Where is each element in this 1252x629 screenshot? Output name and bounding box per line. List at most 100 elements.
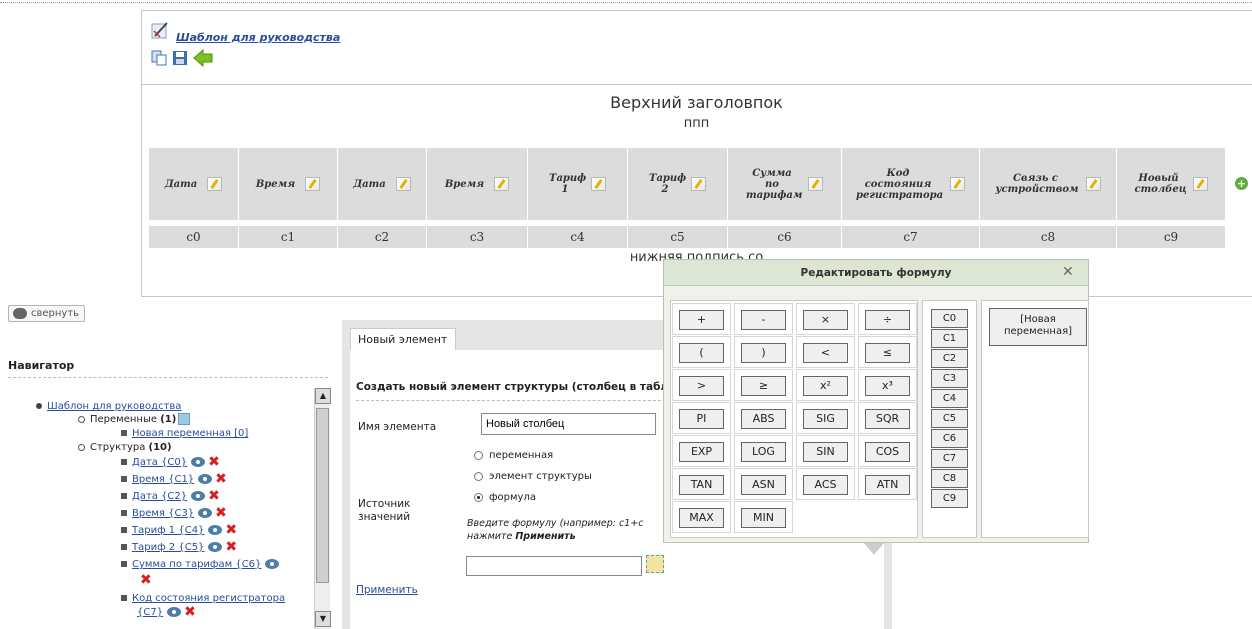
variable-key-button[interactable]: C6: [931, 429, 968, 448]
variable-key-button[interactable]: C9: [931, 489, 968, 508]
eye-icon[interactable]: [198, 508, 213, 518]
eye-icon[interactable]: [208, 542, 223, 552]
column-header[interactable]: Время: [427, 148, 528, 220]
key-button[interactable]: ACS: [803, 475, 848, 495]
edit-icon[interactable]: [808, 177, 823, 191]
delete-icon[interactable]: ✖: [208, 455, 220, 469]
column-header[interactable]: Сумма по тарифам: [728, 148, 842, 220]
eye-icon[interactable]: [265, 559, 280, 569]
delete-icon[interactable]: ✖: [215, 472, 227, 486]
apply-link[interactable]: Применить: [356, 584, 418, 596]
save-icon[interactable]: [172, 50, 188, 66]
edit-icon[interactable]: [207, 177, 223, 191]
radio-button[interactable]: [474, 492, 483, 502]
tree-root-link[interactable]: Шаблон для руководства: [47, 401, 181, 412]
key-button[interactable]: ABS: [741, 409, 786, 429]
key-button[interactable]: ): [741, 343, 786, 363]
variable-key-button[interactable]: C7: [931, 449, 968, 468]
delete-icon[interactable]: ✖: [225, 523, 237, 537]
key-button[interactable]: TAN: [679, 475, 724, 495]
edit-icon[interactable]: [950, 177, 965, 191]
radio-variable[interactable]: переменная: [474, 450, 553, 461]
edit-icon[interactable]: [305, 177, 321, 191]
back-arrow-icon[interactable]: [193, 48, 213, 68]
eye-icon[interactable]: [191, 491, 206, 501]
key-button[interactable]: ASN: [741, 475, 786, 495]
close-icon[interactable]: ✕: [1062, 264, 1074, 280]
tree-item[interactable]: Код состояния регистратора: [132, 593, 285, 604]
edit-icon[interactable]: [395, 177, 411, 191]
edit-icon[interactable]: [494, 177, 510, 191]
scroll-down-button[interactable]: ▼: [315, 611, 331, 627]
formula-input[interactable]: [466, 556, 642, 576]
edit-formula-icon[interactable]: [646, 555, 664, 573]
variable-key-button[interactable]: C3: [931, 369, 968, 388]
key-button[interactable]: ÷: [865, 310, 910, 330]
key-button[interactable]: ≥: [741, 376, 786, 396]
variable-key-button[interactable]: C4: [931, 389, 968, 408]
column-header[interactable]: Дата: [149, 148, 239, 220]
delete-icon[interactable]: ✖: [215, 506, 227, 520]
radio-button[interactable]: [474, 471, 483, 481]
tree-item-variable[interactable]: Новая переменная [0]: [132, 428, 248, 439]
edit-icon[interactable]: [591, 177, 606, 191]
key-button[interactable]: MIN: [741, 508, 786, 528]
eye-icon[interactable]: [198, 474, 213, 484]
column-header[interactable]: Тариф 1: [528, 148, 628, 220]
key-button[interactable]: ×: [803, 310, 848, 330]
navigator-scrollbar[interactable]: ▲ ▼: [314, 388, 331, 629]
tree-item[interactable]: Время {C3}: [132, 508, 194, 519]
key-button[interactable]: PI: [679, 409, 724, 429]
tree-item[interactable]: Сумма по тарифам {C6}: [132, 559, 261, 570]
tree-item[interactable]: Тариф 2 {C5}: [132, 542, 204, 553]
key-button[interactable]: EXP: [679, 442, 724, 462]
variable-key-button[interactable]: C8: [931, 469, 968, 488]
key-button[interactable]: COS: [865, 442, 910, 462]
collapse-button[interactable]: свернуть: [8, 305, 86, 322]
template-title-link[interactable]: Шаблон для руководства: [176, 31, 340, 44]
add-column-icon[interactable]: +: [1235, 177, 1248, 190]
tree-item[interactable]: Дата {C0}: [132, 457, 187, 468]
eye-icon[interactable]: [191, 457, 206, 467]
key-button[interactable]: x³: [865, 376, 910, 396]
key-button[interactable]: >: [679, 376, 724, 396]
key-button[interactable]: SQR: [865, 409, 910, 429]
key-button[interactable]: ATN: [865, 475, 910, 495]
eye-icon[interactable]: [167, 607, 182, 617]
column-header[interactable]: Тариф 2: [628, 148, 728, 220]
new-variable-button[interactable]: [Новая переменная]: [989, 308, 1087, 346]
edit-icon[interactable]: [691, 177, 706, 191]
key-button[interactable]: (: [679, 343, 724, 363]
key-button[interactable]: SIG: [803, 409, 848, 429]
scroll-up-button[interactable]: ▲: [315, 388, 331, 404]
edit-icon[interactable]: [1192, 177, 1208, 191]
key-button[interactable]: <: [803, 343, 848, 363]
delete-icon[interactable]: ✖: [140, 573, 152, 587]
radio-formula[interactable]: формула: [474, 492, 536, 503]
delete-icon[interactable]: ✖: [184, 605, 196, 619]
variable-key-button[interactable]: C2: [931, 349, 968, 368]
key-button[interactable]: -: [741, 310, 786, 330]
tab-new-element[interactable]: Новый элемент: [350, 328, 456, 350]
tree-item[interactable]: Дата {C2}: [132, 491, 187, 502]
element-name-input[interactable]: [481, 413, 656, 435]
delete-icon[interactable]: ✖: [208, 489, 220, 503]
key-button[interactable]: ≤: [865, 343, 910, 363]
edit-icon[interactable]: [1085, 177, 1101, 191]
column-header[interactable]: Время: [239, 148, 338, 220]
key-button[interactable]: LOG: [741, 442, 786, 462]
tree-item[interactable]: {C7}: [137, 607, 163, 618]
tree-item[interactable]: Тариф 1 {C4}: [132, 525, 204, 536]
column-header[interactable]: Дата: [338, 148, 427, 220]
delete-icon[interactable]: ✖: [225, 540, 237, 554]
key-button[interactable]: +: [679, 310, 724, 330]
eye-icon[interactable]: [208, 525, 223, 535]
copy-icon[interactable]: [151, 50, 167, 66]
column-header[interactable]: Код состояния регистратора: [842, 148, 980, 220]
add-variable-icon[interactable]: [178, 413, 191, 425]
variable-key-button[interactable]: C0: [931, 309, 968, 328]
column-header[interactable]: Новый столбец: [1117, 148, 1226, 220]
tree-item[interactable]: Время {C1}: [132, 474, 194, 485]
scroll-thumb[interactable]: [316, 408, 329, 583]
radio-structure-element[interactable]: элемент структуры: [474, 471, 592, 482]
